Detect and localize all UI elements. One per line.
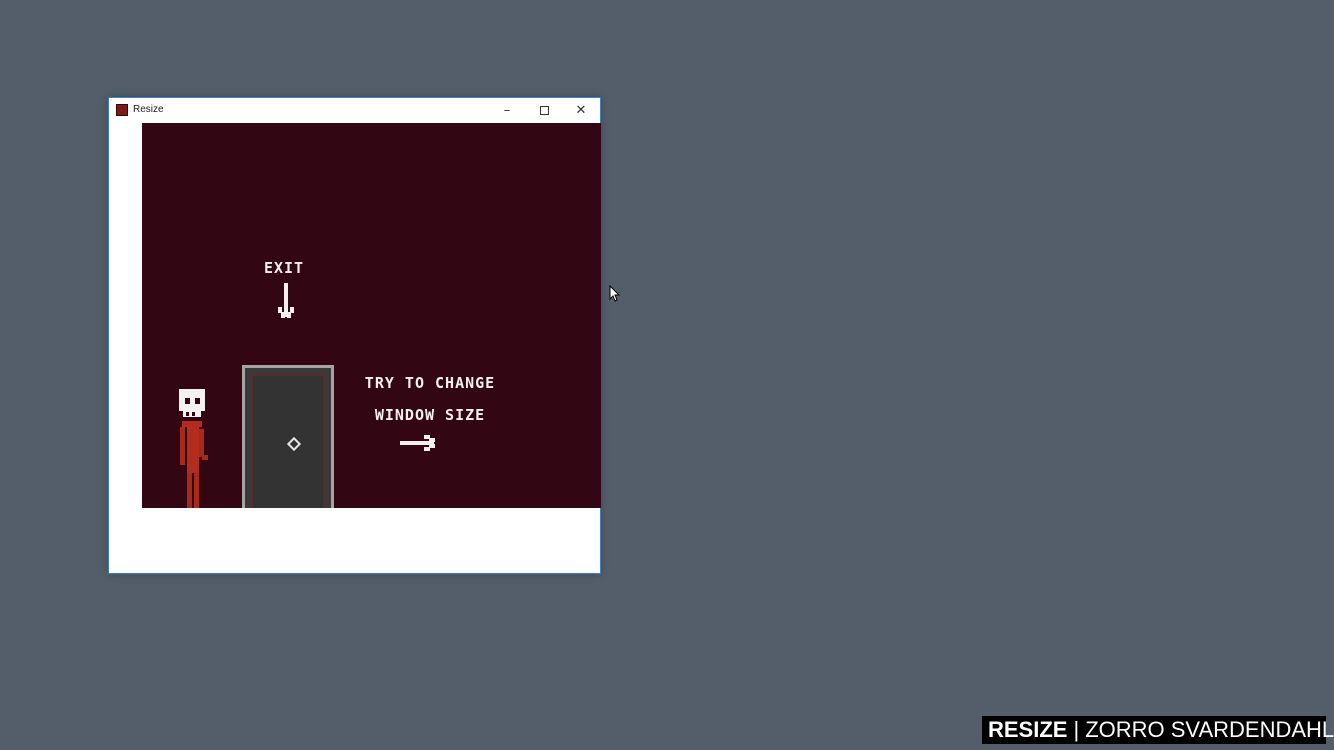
mouse-cursor-icon: [609, 285, 621, 302]
exit-door[interactable]: [242, 365, 334, 508]
skeleton-icon[interactable]: [175, 389, 215, 508]
video-watermark: RESIZE | ZORRO SVARDENDAHL: [982, 716, 1334, 744]
watermark-title: RESIZE: [988, 717, 1068, 742]
door-knob-icon: [286, 436, 302, 452]
game-window: Resize – ✕ EXIT TRY TO CHANGE WINDOW SIZ…: [108, 97, 601, 574]
minimize-icon: –: [503, 103, 511, 118]
maximize-button[interactable]: [526, 98, 562, 123]
minimize-button[interactable]: –: [489, 98, 525, 123]
door-panel: [251, 374, 325, 508]
close-button[interactable]: ✕: [563, 98, 599, 123]
window-title: Resize: [133, 104, 164, 115]
close-icon: ✕: [575, 103, 587, 118]
hint-text-line1: TRY TO CHANGE: [364, 374, 496, 392]
game-canvas[interactable]: EXIT TRY TO CHANGE WINDOW SIZE: [142, 123, 601, 508]
window-titlebar[interactable]: Resize – ✕: [109, 98, 600, 123]
hint-text-line2: WINDOW SIZE: [374, 406, 486, 424]
watermark-separator: |: [1073, 717, 1080, 742]
arrow-right-icon: [400, 435, 435, 451]
exit-label: EXIT: [263, 259, 305, 277]
arrow-down-icon: [278, 283, 294, 318]
watermark-author: ZORRO SVARDENDAHL: [1085, 717, 1334, 742]
app-icon: [116, 104, 128, 116]
maximize-icon: [539, 106, 549, 115]
